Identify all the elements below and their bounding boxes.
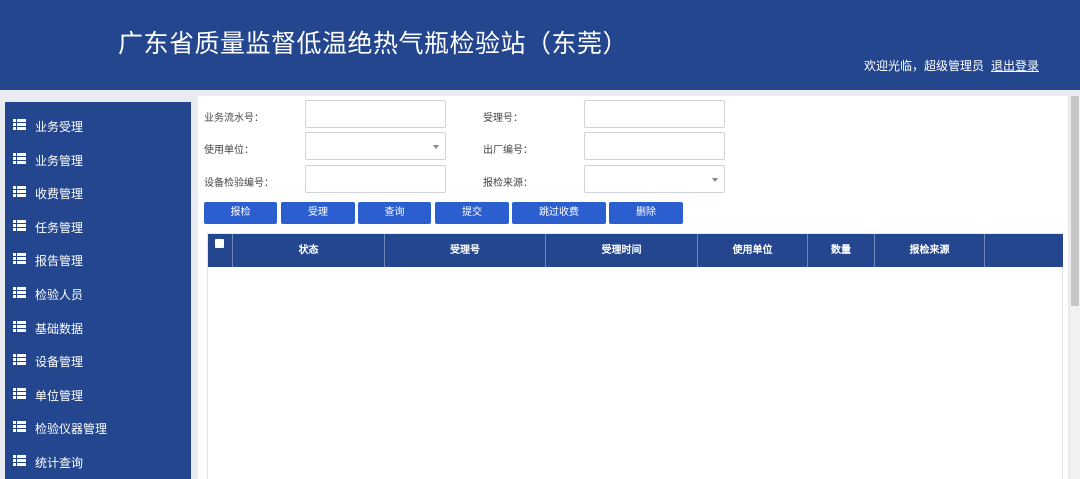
- header-bar: 广东省质量监督低温绝热气瓶检验站（东莞） 欢迎光临，超级管理员 退出登录: [0, 0, 1080, 90]
- sidebar-item-statistics[interactable]: 统计查询: [5, 446, 191, 476]
- column-header-source[interactable]: 报检来源: [875, 234, 985, 267]
- page-scrollbar[interactable]: [1070, 96, 1080, 479]
- scrollbar-thumb[interactable]: [1071, 96, 1079, 306]
- list-icon: [13, 354, 26, 365]
- sidebar-item-label: 业务管理: [35, 154, 84, 168]
- source-select[interactable]: [584, 165, 725, 193]
- select-all-checkbox[interactable]: [208, 234, 233, 267]
- column-header-actions: [985, 234, 1063, 267]
- column-header-quantity[interactable]: 数量: [808, 234, 875, 267]
- sidebar: 业务受理 业务管理 收费管理 任务管理 报告管理 检验人员 基础数据 设备管理 …: [5, 102, 191, 479]
- skip-fee-button[interactable]: 跳过收费: [512, 202, 606, 224]
- list-icon: [13, 220, 26, 231]
- serial-no-input[interactable]: [305, 100, 446, 128]
- main-panel: 业务流水号： 受理号： 使用单位： 出厂编号： 设备检验编号： 报检来源： 报检…: [198, 96, 1068, 479]
- sidebar-item-label: 业务受理: [35, 120, 84, 134]
- sidebar-item-inspectors[interactable]: 检验人员: [5, 278, 191, 308]
- serial-no-label: 业务流水号：: [204, 113, 264, 124]
- list-icon: [13, 186, 26, 197]
- sidebar-item-label: 基础数据: [35, 322, 84, 336]
- list-icon: [13, 455, 26, 466]
- sidebar-item-label: 设备管理: [35, 355, 84, 369]
- query-button[interactable]: 查询: [358, 202, 431, 224]
- user-unit-select[interactable]: [305, 132, 446, 160]
- list-icon: [13, 287, 26, 298]
- delete-button[interactable]: 删除: [609, 202, 683, 224]
- factory-no-label: 出厂编号：: [483, 145, 533, 156]
- report-button[interactable]: 报检: [204, 202, 277, 224]
- list-icon: [13, 119, 26, 130]
- sidebar-item-business-accept[interactable]: 业务受理: [5, 110, 191, 140]
- list-icon: [13, 153, 26, 164]
- sidebar-item-label: 统计查询: [35, 456, 84, 470]
- sidebar-item-report-manage[interactable]: 报告管理: [5, 244, 191, 274]
- accept-no-label: 受理号：: [483, 113, 523, 124]
- sidebar-item-fee-manage[interactable]: 收费管理: [5, 177, 191, 207]
- sidebar-item-equipment-manage[interactable]: 设备管理: [5, 345, 191, 375]
- sidebar-item-base-data[interactable]: 基础数据: [5, 312, 191, 342]
- list-icon: [13, 253, 26, 264]
- sidebar-item-instrument-manage[interactable]: 检验仪器管理: [5, 412, 191, 442]
- accept-button[interactable]: 受理: [281, 202, 355, 224]
- sidebar-item-business-manage[interactable]: 业务管理: [5, 144, 191, 174]
- sidebar-item-unit-manage[interactable]: 单位管理: [5, 379, 191, 409]
- factory-no-input[interactable]: [584, 132, 725, 160]
- sidebar-item-task-manage[interactable]: 任务管理: [5, 211, 191, 241]
- logout-link[interactable]: 退出登录: [991, 57, 1039, 74]
- sidebar-item-label: 单位管理: [35, 389, 84, 403]
- user-unit-label: 使用单位：: [204, 145, 254, 156]
- welcome-text: 欢迎光临，超级管理员: [864, 59, 985, 73]
- list-icon: [13, 321, 26, 332]
- column-header-user-unit[interactable]: 使用单位: [698, 234, 808, 267]
- column-header-accept-time[interactable]: 受理时间: [546, 234, 698, 267]
- list-icon: [13, 421, 26, 432]
- data-table: 状态 受理号 受理时间 使用单位 数量 报检来源: [207, 233, 1063, 479]
- sidebar-item-label: 报告管理: [35, 254, 84, 268]
- sidebar-item-label: 收费管理: [35, 187, 84, 201]
- sidebar-item-label: 检验人员: [35, 288, 84, 302]
- sidebar-item-label: 检验仪器管理: [35, 422, 108, 436]
- table-header: 状态 受理号 受理时间 使用单位 数量 报检来源: [208, 234, 1063, 267]
- equip-no-input[interactable]: [305, 165, 446, 193]
- app-title: 广东省质量监督低温绝热气瓶检验站（东莞）: [118, 29, 629, 58]
- chevron-down-icon: [712, 178, 718, 182]
- equip-no-label: 设备检验编号：: [204, 178, 274, 189]
- column-header-status[interactable]: 状态: [233, 234, 385, 267]
- checkbox-icon: [215, 239, 224, 248]
- list-icon: [13, 388, 26, 399]
- accept-no-input[interactable]: [584, 100, 725, 128]
- chevron-down-icon: [433, 145, 439, 149]
- submit-button[interactable]: 提交: [435, 202, 509, 224]
- sidebar-item-label: 任务管理: [35, 221, 84, 235]
- column-header-accept-no[interactable]: 受理号: [385, 234, 546, 267]
- source-label: 报检来源：: [483, 178, 533, 189]
